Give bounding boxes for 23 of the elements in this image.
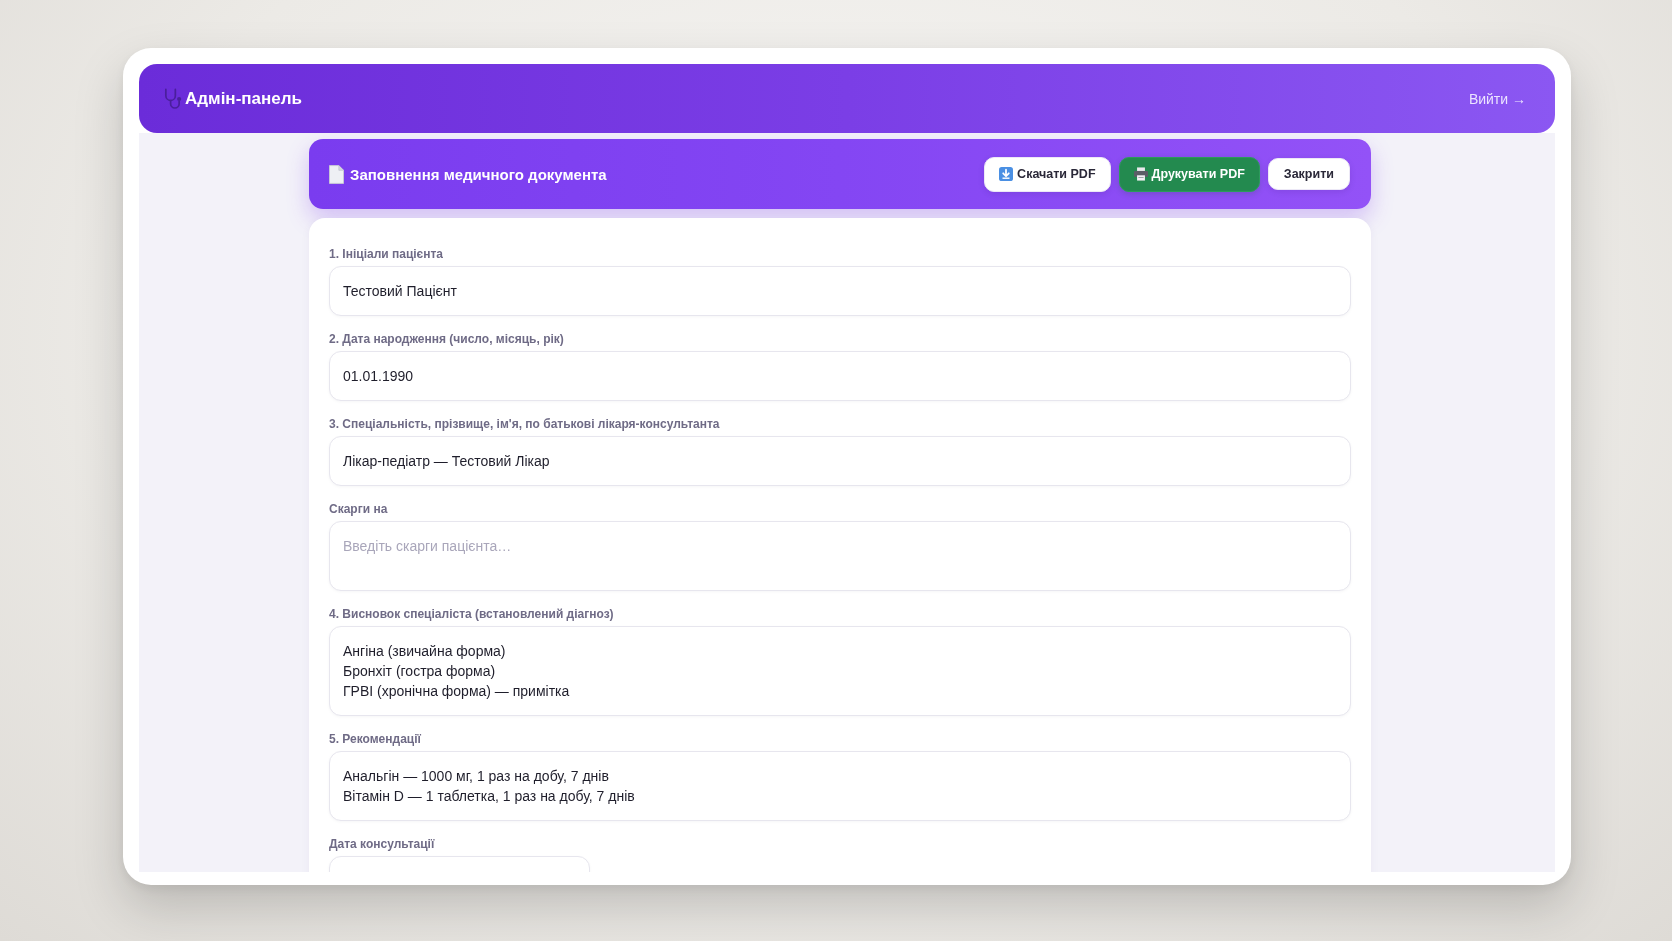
field-label: 3. Спеціальність, прізвище, ім'я, по батькові лікаря-консультанта	[329, 416, 720, 432]
field-label: Дата консультації	[329, 836, 435, 852]
text-input[interactable]: 01.01.1990	[329, 351, 1351, 401]
text-area[interactable]: Введіть скарги пацієнта…	[329, 521, 1351, 591]
stethoscope-icon	[163, 88, 182, 109]
close-button[interactable]: Закрити	[1267, 158, 1350, 190]
field-label: 2. Дата народження (число, місяць, рік)	[329, 331, 564, 347]
download-pdf-button[interactable]: Скачати PDF	[984, 156, 1111, 192]
document-title: Заповнення медичного документа	[350, 165, 607, 183]
text-input[interactable]: Лікар-педіатр — Тестовий Лікар	[329, 436, 1351, 486]
field-label: 5. Рекомендації	[329, 731, 421, 747]
text-input[interactable]: Тестовий Пацієнт	[329, 266, 1351, 316]
field-label: Скарги на	[329, 501, 388, 517]
download-icon	[999, 167, 1014, 181]
text-area[interactable]: Ангіна (звичайна форма) Бронхіт (гостра форма) ГРВІ (хронічна форма) — примітка	[329, 626, 1351, 716]
field-label: 4. Висновок спеціаліста (встановлений діагноз)	[329, 606, 614, 622]
field-label: 1. Ініціали пацієнта	[329, 246, 444, 262]
logout-link[interactable]: Вийти →	[1468, 90, 1526, 107]
app-title: Адмін-панель	[185, 88, 302, 109]
printer-icon	[1133, 167, 1148, 181]
print-pdf-button[interactable]: Друкувати PDF	[1118, 156, 1260, 192]
text-area[interactable]: Анальгін — 1000 мг, 1 раз на добу, 7 днів Вітамін D — 1 таблетка, 1 раз на добу, 7 днів	[329, 751, 1351, 821]
document-icon	[329, 164, 344, 184]
